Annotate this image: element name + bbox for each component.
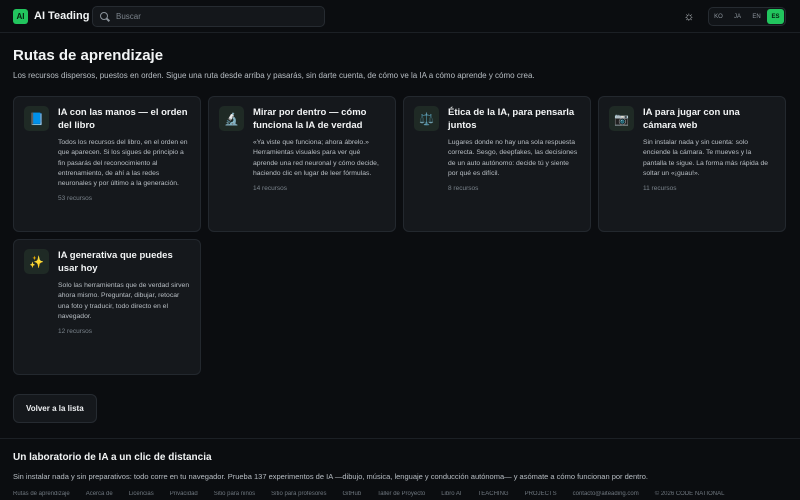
card-resource-count: 53 recursos (58, 195, 92, 203)
footer-link[interactable]: GitHub (343, 491, 362, 497)
card-description: Sin instalar nada y sin cuenta: solo enc… (643, 139, 769, 177)
card-resource-count: 8 recursos (448, 185, 479, 193)
page-subtitle: Los recursos dispersos, puestos en orden… (13, 71, 535, 80)
top-bar: AI AI Teading ☼ KO JA EN ES (0, 0, 800, 33)
footer-link[interactable]: Taller de Proyecto (377, 491, 425, 497)
path-card[interactable]: 📷 IA para jugar con una cámara web Sin i… (598, 96, 786, 232)
book-icon: 📘 (24, 106, 49, 131)
main-content: Rutas de aprendizaje Los recursos disper… (0, 33, 800, 423)
card-resource-count: 11 recursos (643, 185, 677, 193)
lang-button-ko[interactable]: KO (710, 9, 727, 24)
lang-button-en[interactable]: EN (748, 9, 765, 24)
card-body: IA con las manos — el orden del libro To… (58, 106, 190, 221)
card-body: IA generativa que puedes usar hoy Solo l… (58, 249, 190, 364)
scales-icon: ⚖️ (414, 106, 439, 131)
path-card[interactable]: ⚖️ Ética de la IA, para pensarla juntos … (403, 96, 591, 232)
search-box[interactable] (92, 6, 325, 27)
footer-link[interactable]: Sitio para niños (214, 491, 255, 497)
footer-link[interactable]: PROJECTS (525, 491, 557, 497)
card-description: Lugares donde no hay una sola respuesta … (448, 139, 578, 177)
camera-icon: 📷 (609, 106, 634, 131)
card-title: Ética de la IA, para pensarla juntos (448, 107, 575, 131)
footer-links: Rutas de aprendizaje Acerca de Licencias… (13, 491, 787, 497)
sun-icon[interactable]: ☼ (682, 9, 696, 23)
card-description: «Ya viste que funciona; ahora ábrelo.» H… (253, 139, 379, 177)
lang-button-ja[interactable]: JA (729, 9, 746, 24)
footer-link[interactable]: TEACHING (478, 491, 509, 497)
card-resource-count: 14 recursos (253, 185, 287, 193)
card-body: IA para jugar con una cámara web Sin ins… (643, 106, 775, 221)
page-title: Rutas de aprendizaje (13, 47, 164, 64)
path-card[interactable]: 🔬 Mirar por dentro — cómo funciona la IA… (208, 96, 396, 232)
footer-link[interactable]: Acerca de (86, 491, 113, 497)
path-card[interactable]: 📘 IA con las manos — el orden del libro … (13, 96, 201, 232)
card-title: IA con las manos — el orden del libro (58, 107, 188, 131)
logo[interactable]: AI AI Teading (13, 8, 90, 24)
back-to-list-button[interactable]: Volver a la lista (13, 394, 97, 423)
card-resource-count: 12 recursos (58, 328, 92, 336)
footer-link[interactable]: contacto@aiteading.com (573, 491, 639, 497)
path-card[interactable]: ✨ IA generativa que puedes usar hoy Solo… (13, 239, 201, 375)
footer-link[interactable]: Privacidad (170, 491, 198, 497)
logo-text: AI Teading (34, 10, 90, 22)
search-icon (100, 11, 110, 22)
microscope-icon: 🔬 (219, 106, 244, 131)
footer-description: Sin instalar nada y sin preparativos: to… (13, 472, 648, 481)
card-title: Mirar por dentro — cómo funciona la IA d… (253, 107, 367, 131)
footer-link[interactable]: Libro AI (441, 491, 461, 497)
card-description: Solo las herramientas que de verdad sirv… (58, 282, 190, 320)
sparkles-icon: ✨ (24, 249, 49, 274)
footer-title: Un laboratorio de IA a un clic de distan… (13, 452, 212, 463)
footer: Un laboratorio de IA a un clic de distan… (0, 438, 800, 500)
card-body: Mirar por dentro — cómo funciona la IA d… (253, 106, 385, 221)
card-title: IA generativa que puedes usar hoy (58, 250, 173, 274)
footer-link[interactable]: Licencias (129, 491, 154, 497)
footer-copyright: © 2026 CODE NATIONAL (654, 491, 725, 497)
logo-mark: AI (13, 8, 28, 24)
language-switcher: KO JA EN ES (708, 7, 786, 26)
card-body: Ética de la IA, para pensarla juntos Lug… (448, 106, 580, 221)
card-title: IA para jugar con una cámara web (643, 107, 740, 131)
footer-link[interactable]: Rutas de aprendizaje (13, 491, 70, 497)
lang-button-es[interactable]: ES (767, 9, 784, 24)
search-input[interactable] (116, 12, 306, 21)
footer-link[interactable]: Sitio para profesores (271, 491, 326, 497)
learning-paths-grid: 📘 IA con las manos — el orden del libro … (13, 96, 787, 375)
card-description: Todos los recursos del libro, en el orde… (58, 139, 188, 188)
